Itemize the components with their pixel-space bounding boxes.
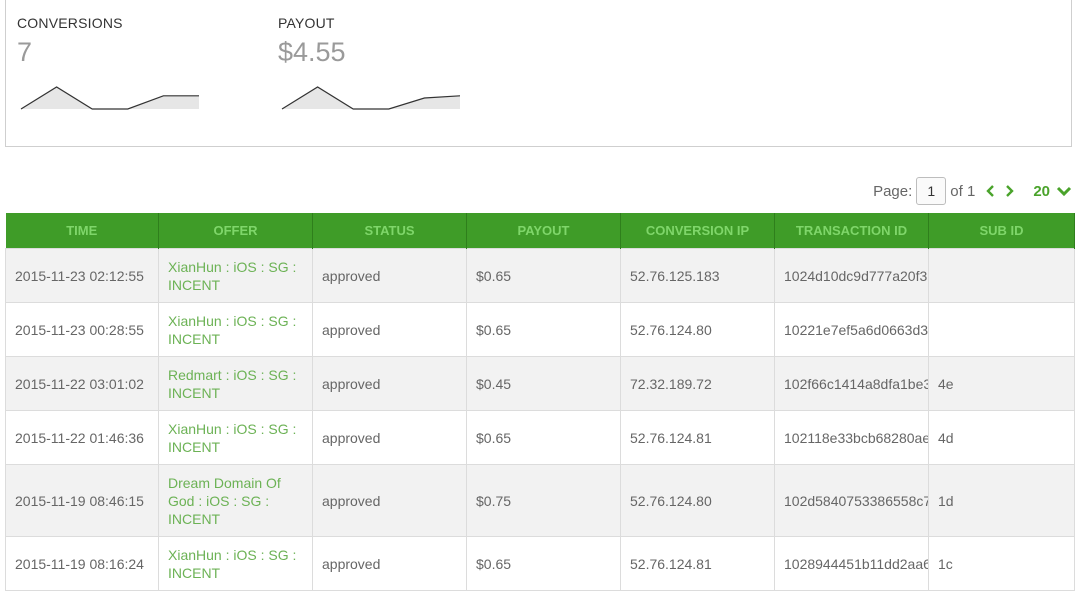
conversions-label: CONVERSIONS [17,15,123,31]
cell-ip: 52.76.124.80 [620,302,775,357]
column-header-transaction-id[interactable]: TRANSACTION ID [774,213,929,249]
table-row: 2015-11-19 08:16:24 XianHun : iOS : SG :… [5,536,1075,591]
cell-time: 2015-11-23 00:28:55 [5,302,159,357]
cell-status: approved [312,302,467,357]
payout-label: PAYOUT [278,15,335,31]
cell-transaction-id: 10221e7ef5a6d0663d3 [774,302,929,357]
cell-offer: XianHun : iOS : SG : INCENT [158,410,313,465]
cell-payout: $0.65 [466,248,621,303]
offer-link[interactable]: Dream Domain Of God : iOS : SG : INCENT [168,475,281,527]
cell-offer: Dream Domain Of God : iOS : SG : INCENT [158,464,313,537]
cell-ip: 72.32.189.72 [620,356,775,411]
offer-link[interactable]: XianHun : iOS : SG : INCENT [168,547,296,581]
column-header-offer[interactable]: OFFER [158,213,313,249]
cell-sub-id [928,302,1075,357]
column-header-conversion-ip[interactable]: CONVERSION IP [620,213,775,249]
cell-offer: XianHun : iOS : SG : INCENT [158,248,313,303]
cell-payout: $0.45 [466,356,621,411]
cell-status: approved [312,536,467,591]
column-header-status[interactable]: STATUS [312,213,467,249]
page-size-value[interactable]: 20 [1033,183,1050,200]
chevron-right-icon[interactable] [1005,184,1015,198]
cell-ip: 52.76.124.81 [620,410,775,465]
cell-status: approved [312,356,467,411]
table-row: 2015-11-22 03:01:02 Redmart : iOS : SG :… [5,356,1075,411]
offer-link[interactable]: XianHun : iOS : SG : INCENT [168,313,296,347]
conversions-stat: CONVERSIONS 7 [17,15,123,68]
conversions-value: 7 [17,37,33,67]
payout-stat: PAYOUT $4.55 [278,15,346,68]
cell-payout: $0.65 [466,536,621,591]
cell-sub-id [928,248,1075,303]
page-number-input[interactable] [916,177,947,205]
conversions-table: TIME OFFER STATUS PAYOUT CONVERSION IP T… [5,213,1075,591]
cell-sub-id: 4e [928,356,1075,411]
chevron-down-icon[interactable] [1056,185,1072,197]
table-row: 2015-11-23 02:12:55 XianHun : iOS : SG :… [5,248,1075,303]
table-row: 2015-11-19 08:46:15 Dream Domain Of God … [5,464,1075,537]
table-row: 2015-11-23 00:28:55 XianHun : iOS : SG :… [5,302,1075,357]
conversions-sparkline [20,86,199,110]
cell-sub-id: 4d [928,410,1075,465]
column-header-payout[interactable]: PAYOUT [466,213,621,249]
cell-time: 2015-11-19 08:16:24 [5,536,159,591]
cell-ip: 52.76.125.183 [620,248,775,303]
column-header-time[interactable]: TIME [5,213,159,249]
offer-link[interactable]: XianHun : iOS : SG : INCENT [168,259,296,293]
cell-status: approved [312,410,467,465]
cell-transaction-id: 102d5840753386558c7 [774,464,929,537]
cell-sub-id: 1d [928,464,1075,537]
column-header-sub-id[interactable]: SUB ID [928,213,1075,249]
cell-time: 2015-11-22 01:46:36 [5,410,159,465]
cell-time: 2015-11-23 02:12:55 [5,248,159,303]
cell-time: 2015-11-19 08:46:15 [5,464,159,537]
cell-transaction-id: 1024d10dc9d777a20f3 [774,248,929,303]
table-header-row: TIME OFFER STATUS PAYOUT CONVERSION IP T… [5,213,1075,249]
chevron-left-icon[interactable] [985,184,995,198]
payout-value: $4.55 [278,37,346,67]
cell-offer: XianHun : iOS : SG : INCENT [158,536,313,591]
offer-link[interactable]: XianHun : iOS : SG : INCENT [168,421,296,455]
cell-payout: $0.65 [466,410,621,465]
offer-link[interactable]: Redmart : iOS : SG : INCENT [168,367,296,401]
cell-ip: 52.76.124.81 [620,536,775,591]
cell-payout: $0.75 [466,464,621,537]
cell-time: 2015-11-22 03:01:02 [5,356,159,411]
page-label: Page: [873,182,913,200]
cell-sub-id: 1c [928,536,1075,591]
cell-ip: 52.76.124.80 [620,464,775,537]
cell-status: approved [312,248,467,303]
cell-payout: $0.65 [466,302,621,357]
cell-transaction-id: 102f66c1414a8dfa1be3 [774,356,929,411]
cell-offer: XianHun : iOS : SG : INCENT [158,302,313,357]
cell-transaction-id: 102118e33bcb68280ae [774,410,929,465]
cell-status: approved [312,464,467,537]
payout-sparkline [281,86,461,110]
conversions-sparkline-area [21,87,199,109]
pagination: Page: of 1 20 [873,176,1072,206]
table-row: 2015-11-22 01:46:36 XianHun : iOS : SG :… [5,410,1075,465]
cell-transaction-id: 1028944451b11dd2aa6 [774,536,929,591]
stats-panel: CONVERSIONS 7 PAYOUT $4.55 [5,0,1072,147]
page-count-label: of 1 [950,182,976,200]
cell-offer: Redmart : iOS : SG : INCENT [158,356,313,411]
